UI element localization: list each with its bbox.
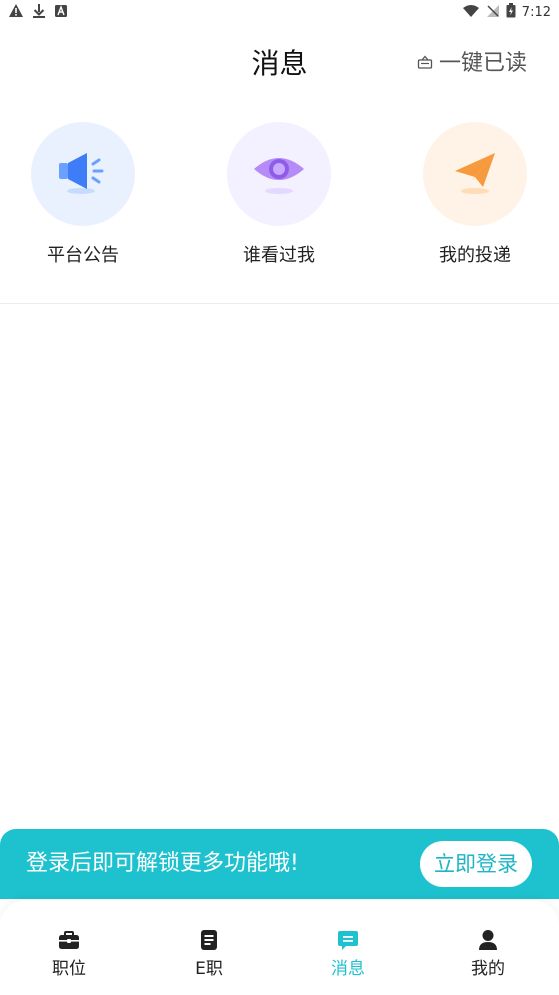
tab-messages[interactable]: 消息	[303, 930, 393, 980]
eye-icon	[251, 147, 307, 201]
briefcase-icon	[58, 930, 80, 954]
entry-platform-announcement[interactable]: 平台公告	[23, 122, 143, 268]
login-banner: 登录后即可解锁更多功能哦! 立即登录	[0, 829, 559, 899]
divider	[0, 303, 559, 304]
entry-icon-circle	[31, 122, 135, 226]
tab-label: 职位	[52, 959, 86, 979]
no-signal-icon	[486, 3, 500, 22]
entry-label: 我的投递	[439, 245, 511, 266]
tab-e-job[interactable]: E职	[164, 930, 254, 980]
entry-who-viewed-me[interactable]: 谁看过我	[219, 122, 339, 268]
status-bar: 7:12	[0, 0, 559, 24]
bottom-tab-bar: 职位 E职 消息 我的	[0, 900, 559, 995]
tab-mine[interactable]: 我的	[443, 930, 533, 980]
document-icon	[200, 929, 218, 955]
message-category-entries: 平台公告 谁看过我 我的投递	[0, 122, 559, 272]
tab-label: E职	[195, 959, 223, 979]
login-button[interactable]: 立即登录	[420, 841, 532, 887]
status-left-icons	[8, 3, 68, 22]
tab-label: 消息	[331, 959, 365, 979]
warning-icon	[8, 3, 24, 22]
status-time: 7:12	[521, 5, 551, 20]
tab-label: 我的	[471, 959, 505, 979]
entry-icon-circle	[423, 122, 527, 226]
battery-charging-icon	[506, 3, 516, 22]
entry-my-applications[interactable]: 我的投递	[415, 122, 535, 268]
user-icon	[478, 929, 498, 955]
message-icon	[337, 929, 359, 955]
entry-label: 谁看过我	[243, 245, 315, 266]
mark-all-read-button[interactable]: 一键已读	[417, 48, 527, 80]
megaphone-icon	[55, 147, 111, 201]
font-icon	[54, 3, 68, 22]
paper-plane-icon	[447, 147, 503, 201]
login-prompt-text: 登录后即可解锁更多功能哦!	[26, 851, 299, 876]
download-icon	[32, 3, 46, 22]
tab-jobs[interactable]: 职位	[24, 930, 114, 980]
mark-all-read-label: 一键已读	[438, 51, 527, 76]
basket-icon	[417, 54, 433, 74]
wifi-icon	[462, 3, 480, 22]
status-right-icons: 7:12	[462, 3, 551, 22]
entry-icon-circle	[227, 122, 331, 226]
entry-label: 平台公告	[47, 245, 119, 266]
